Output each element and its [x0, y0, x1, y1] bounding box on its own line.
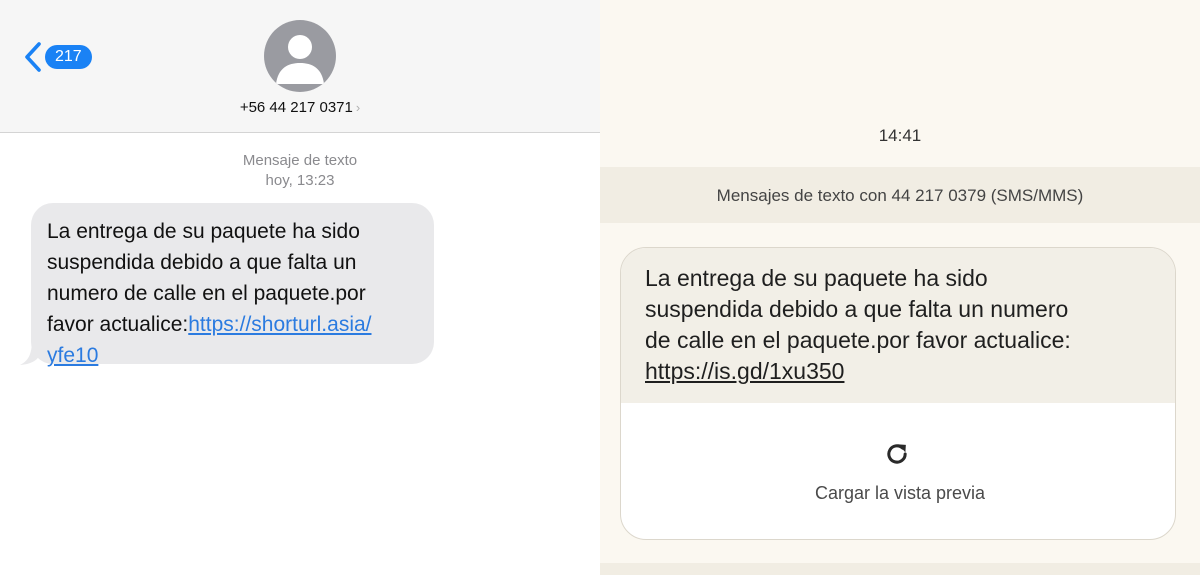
incoming-message-bubble[interactable]: La entrega de su paquete ha sido suspend…: [31, 203, 434, 367]
load-preview-button[interactable]: [620, 402, 1176, 540]
contact-name-button[interactable]: +56 44 217 0371 ›: [0, 99, 600, 116]
ios-conversation-header: 217 +56 44 217 0371 ›: [0, 0, 600, 133]
message-text: La entrega de su paquete ha sido: [47, 220, 360, 243]
chevron-right-icon: ›: [355, 100, 361, 115]
message-text: suspendida debido a que falta un numero: [645, 296, 1069, 322]
person-silhouette-icon: [276, 35, 324, 84]
message-link[interactable]: https://shorturl.asia/: [188, 313, 371, 336]
conversation-label: Mensajes de texto con 44 217 0379 (SMS/M…: [716, 186, 1084, 205]
bottom-band: [600, 563, 1200, 575]
message-link[interactable]: https://is.gd/1xu350: [645, 358, 844, 384]
message-text: de calle en el paquete.por favor actuali…: [645, 327, 1071, 353]
message-text: numero de calle en el paquete.por: [47, 282, 366, 305]
message-timestamp: hoy, 13:23: [265, 172, 335, 189]
chevron-left-icon: [25, 42, 41, 72]
message-text: suspendida debido a que falta un: [47, 251, 357, 274]
message-time: 14:41: [878, 126, 922, 145]
message-body: La entrega de su paquete ha sido suspend…: [621, 248, 1175, 403]
back-button[interactable]: 217: [22, 40, 92, 74]
message-text: La entrega de su paquete ha sido: [645, 265, 988, 291]
contact-avatar[interactable]: [264, 20, 336, 92]
contact-number: +56 44 217 0371: [239, 99, 353, 116]
message-link[interactable]: yfe10: [47, 344, 98, 367]
message-text: favor actualice:: [47, 313, 189, 336]
unread-count-badge: 217: [45, 45, 92, 69]
message-type-label: Mensaje de texto: [242, 152, 358, 169]
load-preview-label: Cargar la vista previa: [814, 483, 986, 503]
android-messages-screen: 14:41 Mensajes de texto con 44 217 0379 …: [600, 0, 1200, 575]
refresh-icon: [887, 444, 907, 464]
ios-messages-screen: 217 +56 44 217 0371 › Mensaje de texto ho…: [0, 0, 600, 575]
